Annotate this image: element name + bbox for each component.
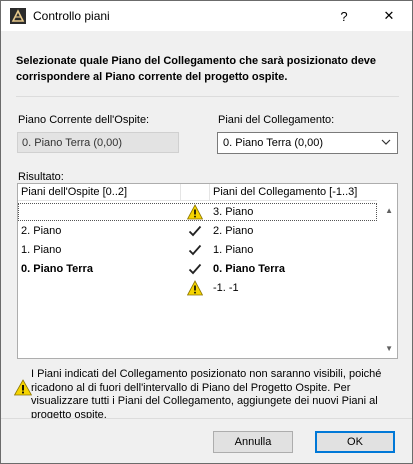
warning-icon	[14, 379, 32, 396]
checkmark-icon	[188, 244, 202, 256]
column-header-host[interactable]: Piani dell'Ospite [0..2]	[21, 186, 127, 198]
warning-icon	[187, 280, 203, 296]
warning-icon	[187, 204, 203, 220]
result-label: Risultato:	[18, 171, 64, 183]
header-divider	[180, 184, 181, 201]
result-row[interactable]: 3. Piano	[18, 203, 377, 221]
scroll-up-arrow-icon[interactable]: ▲	[385, 206, 393, 215]
host-story-cell: 1. Piano	[21, 244, 62, 256]
close-icon: ✕	[383, 8, 395, 23]
cancel-button[interactable]: Annulla	[213, 431, 293, 453]
warning-message: I Piani indicati del Collegamento posizi…	[9, 368, 404, 421]
linked-stories-label: Piani del Collegamento:	[218, 114, 335, 126]
dialog-window: Controllo piani ? ✕ Selezionate quale Pi…	[0, 0, 413, 464]
linked-story-cell: 3. Piano	[213, 206, 254, 218]
ok-button[interactable]: OK	[315, 431, 395, 453]
linked-stories-dropdown[interactable]: 0. Piano Terra (0,00)	[217, 132, 398, 154]
archicad-app-icon	[10, 8, 26, 24]
warning-text: I Piani indicati del Collegamento posizi…	[31, 368, 382, 421]
scroll-down-arrow-icon[interactable]: ▼	[385, 344, 393, 353]
host-story-cell: 2. Piano	[21, 225, 62, 237]
current-host-label: Piano Corrente dell'Ospite:	[18, 114, 150, 126]
result-list[interactable]: Piani dell'Ospite [0..2] Piani del Colle…	[17, 183, 398, 359]
checkmark-icon	[188, 225, 202, 237]
checkmark-icon	[188, 263, 202, 275]
result-row[interactable]: -1. -1	[18, 279, 377, 297]
linked-story-cell: 2. Piano	[213, 225, 254, 237]
separator	[16, 96, 399, 97]
result-header: Piani dell'Ospite [0..2] Piani del Colle…	[18, 184, 377, 201]
help-button[interactable]: ?	[321, 1, 367, 31]
current-host-field: 0. Piano Terra (0,00)	[17, 132, 179, 153]
linked-story-cell: 1. Piano	[213, 244, 254, 256]
instruction-text: Selezionate quale Piano del Collegamento…	[16, 55, 377, 83]
result-row[interactable]: 2. Piano 2. Piano	[18, 222, 377, 240]
host-story-cell: 0. Piano Terra	[21, 263, 93, 275]
linked-stories-selected: 0. Piano Terra (0,00)	[223, 137, 324, 149]
title-bar: Controllo piani ? ✕	[1, 1, 412, 31]
help-icon: ?	[340, 8, 348, 24]
column-header-linked[interactable]: Piani del Collegamento [-1..3]	[213, 186, 357, 198]
result-row[interactable]: 0. Piano Terra 0. Piano Terra	[18, 260, 377, 278]
chevron-down-icon	[381, 139, 391, 145]
result-row[interactable]: 1. Piano 1. Piano	[18, 241, 377, 259]
window-title: Controllo piani	[33, 9, 110, 23]
button-bar: Annulla OK	[1, 418, 412, 463]
linked-story-cell: -1. -1	[213, 282, 239, 294]
close-button[interactable]: ✕	[366, 1, 412, 31]
header-divider	[209, 184, 210, 201]
linked-story-cell: 0. Piano Terra	[213, 263, 285, 275]
